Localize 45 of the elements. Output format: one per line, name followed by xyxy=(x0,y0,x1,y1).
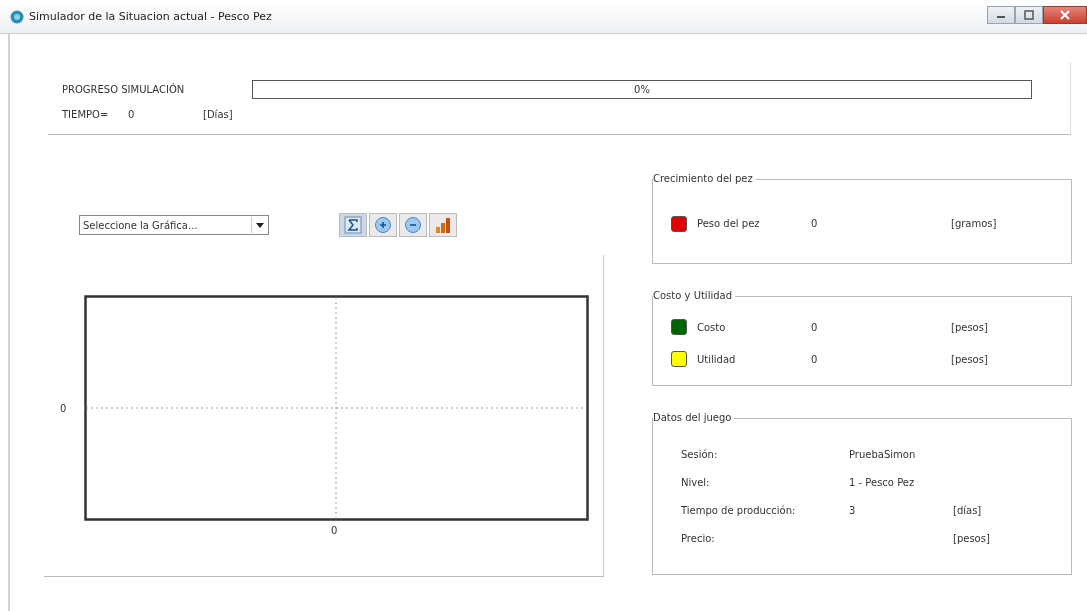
field-value: 0 xyxy=(811,218,819,229)
progress-reading: 0% xyxy=(634,84,650,95)
unit-label: [días] xyxy=(953,505,982,516)
field-value: 0 xyxy=(811,321,819,333)
toolbar-button[interactable] xyxy=(339,213,367,237)
progress-label: PROGRESO SIMULACIÓN xyxy=(62,84,186,95)
unit-label: [pesos] xyxy=(953,533,990,544)
field-label: Utilidad xyxy=(697,353,737,365)
field-label: Precio: xyxy=(681,533,716,544)
axis-tick-label: 0 xyxy=(331,525,338,536)
close-icon xyxy=(1060,10,1070,20)
app-icon xyxy=(10,9,24,24)
unit-label: [pesos] xyxy=(951,321,988,333)
close-button[interactable] xyxy=(1043,6,1087,24)
field-value: 3 xyxy=(849,505,857,516)
window-title: Simulador de la Situacion actual - Pesco Pez xyxy=(29,10,272,23)
group-title: Costo y Utilidad xyxy=(653,290,736,301)
time-label: TIEMPO= xyxy=(62,109,110,120)
bar-chart-icon xyxy=(434,216,452,234)
field-label: Peso del pez xyxy=(697,218,761,229)
zoom-out-icon xyxy=(404,216,422,234)
zoom-in-icon xyxy=(374,216,392,234)
chart-select[interactable]: Seleccione la Gráfica... xyxy=(79,215,269,235)
toolbar-button[interactable] xyxy=(399,213,427,237)
maximize-button[interactable] xyxy=(1015,6,1043,24)
unit-label: [gramos] xyxy=(951,218,997,229)
field-value: 0 xyxy=(811,353,819,365)
time-unit: [Días] xyxy=(203,109,233,120)
field-label: Nivel: xyxy=(681,477,711,488)
unit-label: [pesos] xyxy=(951,353,988,365)
field-label: Costo xyxy=(697,321,727,333)
group-title: Crecimiento del pez xyxy=(653,173,756,184)
maximize-icon xyxy=(1024,10,1034,20)
sigma-icon xyxy=(344,216,362,234)
field-value: PruebaSimon xyxy=(849,449,917,460)
time-value: 0 xyxy=(128,109,136,120)
field-label: Sesión: xyxy=(681,449,719,460)
field-value: 1 - Pesco Pez xyxy=(849,477,916,488)
axis-tick-label: 0 xyxy=(60,402,67,414)
dropdown-arrow-icon xyxy=(256,222,264,228)
toolbar-button[interactable] xyxy=(429,213,457,237)
minimize-button[interactable] xyxy=(987,6,1015,24)
field-label: Tiempo de producción: xyxy=(681,505,797,516)
toolbar-button[interactable] xyxy=(369,213,397,237)
group-title: Datos del juego xyxy=(653,412,735,423)
